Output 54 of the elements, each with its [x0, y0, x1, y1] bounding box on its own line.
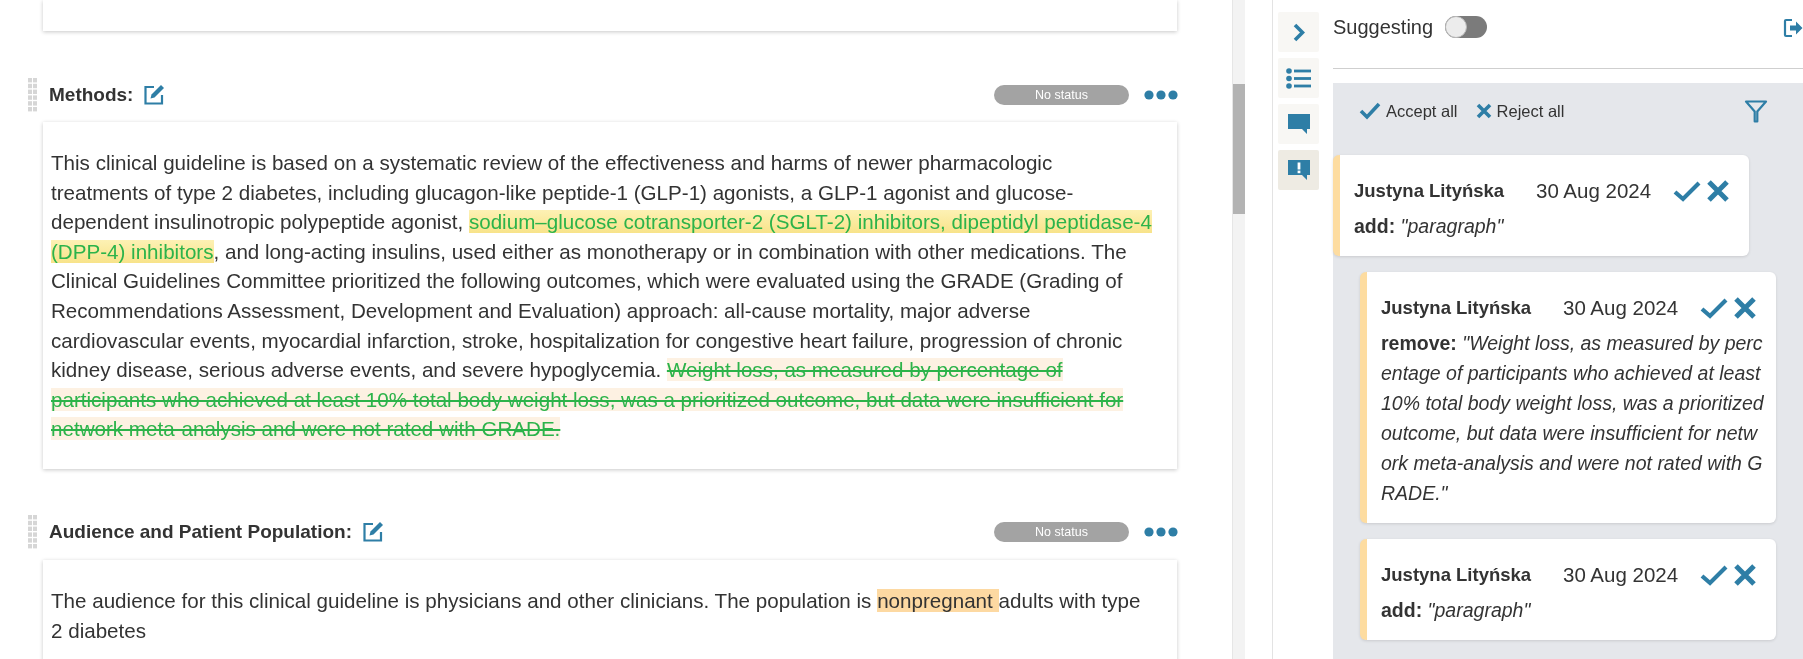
paragraph-text: This clinical guideline is based on a systematic review of the effectiveness and harms of newer pharmacologic treatments of type 2 diabetes, including glucagon-like peptide-1 (GLP-1) agonists, a GLP-1 agonist and glucose-dependent insulinotropic polypeptide agonist, sodium–glucose cotransporter-2 (SGLT-2) inhibitors, dipeptidyl peptidase-4 (DPP-4) inhibitors, and long-acting insulins, used either as monotherapy or in combination with other medications. The Clinical Guidelines Committee prioritized the following outcomes, which were evaluated using the GRADE (Grading of Recommendations Assessment, Development and Evaluation) approach: all-cause mortality, major adverse cardiovascular events, myocardial infarction, stroke, hospitalization for congestive heart failure, progression of chronic kidney disease, serious adverse events, and severe hypoglycemia. Weight loss, as measured by percentage of participants who achieved at least 10% total body weight loss, was a prioritized outcome, but data were insufficient for network meta-analysis and were not rated with GRADE.	[51, 150, 1152, 443]
author-name: Justyna Lityńska	[1354, 180, 1506, 202]
sidebar-tab[interactable]	[1278, 150, 1319, 190]
suggestion-date: 30 Aug 2024	[1563, 563, 1680, 587]
edit-button[interactable]	[143, 83, 166, 106]
toolbar-action[interactable]: Accept all	[1359, 101, 1458, 121]
more-icon	[1144, 527, 1178, 538]
reject-button[interactable]	[1733, 563, 1757, 587]
section-title: Methods:	[49, 83, 134, 106]
close-icon	[1733, 563, 1757, 587]
reject-button[interactable]	[1706, 179, 1730, 203]
comment-icon	[1286, 113, 1311, 135]
list-icon	[1286, 67, 1311, 89]
author-name: Justyna Lityńska	[1381, 564, 1533, 586]
edit-icon	[361, 521, 384, 544]
section-title: Audience and Patient Population:	[49, 521, 352, 544]
change-text: remove: "Weight loss, as measured by percentage of participants who achieved at least 10% total body weight loss, was a prioritized outcome, but data were insufficient for network meta-analysis and were not rated with GRADE."	[1381, 331, 1765, 506]
logout-icon	[1783, 18, 1803, 38]
check-icon	[1672, 180, 1702, 202]
suggesting-label: Suggesting	[1333, 15, 1434, 40]
drag-handle-icon[interactable]	[28, 515, 37, 550]
suggestion-date: 30 Aug 2024	[1536, 179, 1653, 203]
author-name: Justyna Lityńska	[1381, 297, 1533, 319]
suggesting-toggle[interactable]	[1445, 16, 1488, 38]
accept-button[interactable]	[1699, 297, 1729, 319]
reject-button[interactable]	[1733, 296, 1757, 320]
sidebar-tab[interactable]	[1278, 104, 1319, 144]
close-icon	[1706, 179, 1730, 203]
change-text: add: "paragraph"	[1354, 214, 1505, 239]
chevron-right-icon	[1292, 22, 1305, 42]
check-icon	[1359, 102, 1381, 120]
sidebar-tab[interactable]	[1278, 58, 1319, 98]
comment-alert-icon	[1286, 159, 1311, 181]
check-icon	[1699, 297, 1729, 319]
drag-handle-icon[interactable]	[28, 77, 37, 112]
change-text: add: "paragraph"	[1381, 598, 1532, 623]
suggestion-date: 30 Aug 2024	[1563, 296, 1680, 320]
scrollbar-thumb[interactable]	[1233, 84, 1245, 214]
sidebar-tab[interactable]	[1278, 12, 1319, 52]
accept-button[interactable]	[1699, 564, 1729, 586]
accept-button[interactable]	[1672, 180, 1702, 202]
edit-icon	[143, 83, 166, 106]
logout-button[interactable]	[1783, 18, 1803, 38]
more-icon	[1144, 89, 1178, 100]
close-icon	[1733, 296, 1757, 320]
more-button[interactable]	[1144, 89, 1178, 100]
close-icon	[1475, 103, 1492, 119]
toolbar-action[interactable]: Reject all	[1475, 101, 1565, 121]
edit-button[interactable]	[361, 521, 384, 544]
check-icon	[1699, 564, 1729, 586]
filter-button[interactable]	[1744, 99, 1768, 123]
filter-icon	[1744, 99, 1768, 123]
more-button[interactable]	[1144, 527, 1178, 538]
paragraph-text: The audience for this clinical guideline is physicians and other clinicians. The population is nonpregnant adults with type 2 diabetes	[51, 587, 1142, 644]
